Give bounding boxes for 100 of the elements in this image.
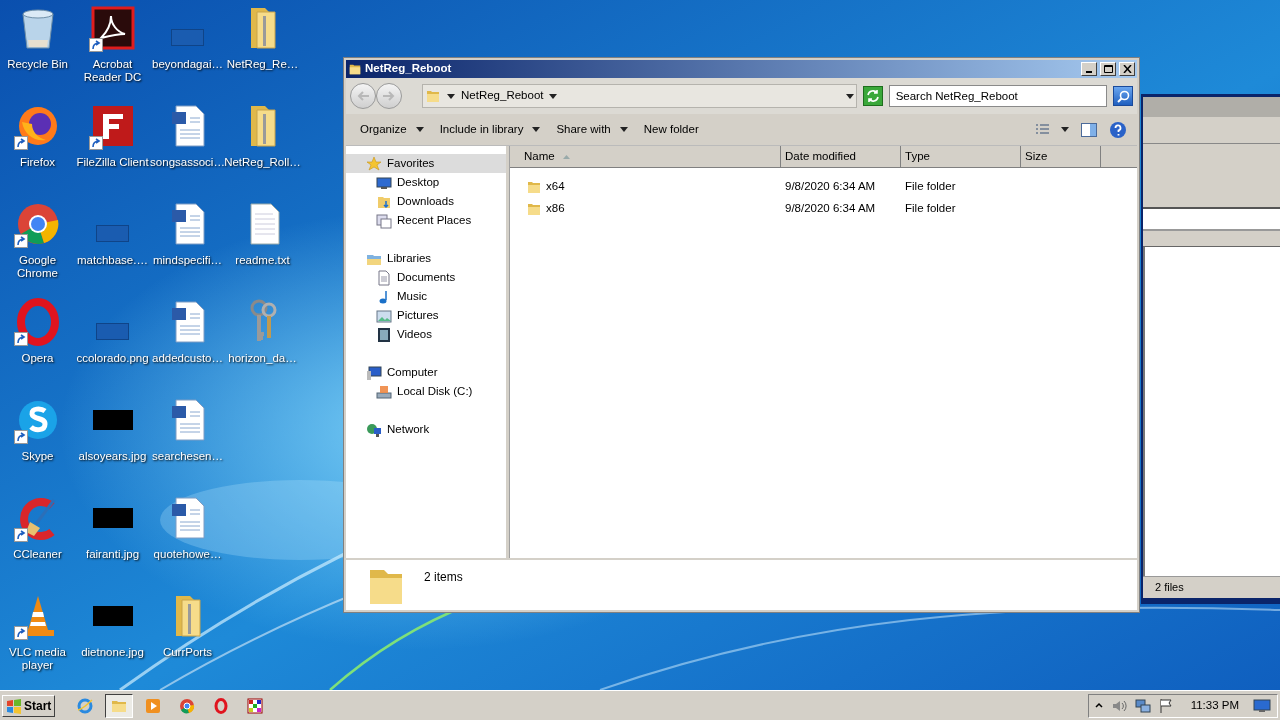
desktop-shortcut[interactable]: Google Chrome	[0, 196, 75, 294]
left-arrow-icon	[357, 91, 369, 101]
image-file-icon	[92, 410, 133, 430]
desktop-shortcut[interactable]: addedcusto…	[150, 294, 225, 392]
nav-item[interactable]: Libraries	[346, 249, 506, 268]
caret-icon	[1061, 127, 1069, 132]
desktop-shortcut[interactable]: Firefox	[0, 98, 75, 196]
landscape-icon	[376, 307, 392, 324]
column-header[interactable]: Size	[1021, 146, 1101, 167]
nav-item[interactable]: Music	[346, 287, 506, 306]
nav-item[interactable]: Recent Places	[346, 211, 506, 230]
browser-icon	[179, 697, 196, 714]
item-count: 2 items	[424, 569, 463, 586]
monitor-icon	[376, 174, 392, 191]
desktop-shortcut[interactable]: CurrPorts	[150, 588, 225, 686]
maximize-button[interactable]	[1100, 62, 1116, 76]
maximize-icon	[1103, 65, 1113, 73]
desktop-shortcut[interactable]: CCleaner	[0, 490, 75, 588]
desktop-shortcut[interactable]: Opera	[0, 294, 75, 392]
window-title: NetReg_Reboot	[365, 61, 453, 77]
toolbar-button[interactable]: Share with	[548, 117, 636, 142]
nav-item[interactable]: Computer	[346, 363, 506, 382]
close-button[interactable]	[1119, 62, 1135, 76]
file-icon	[171, 29, 204, 46]
nav-item[interactable]: Desktop	[346, 173, 506, 192]
toolbar-button[interactable]: New folder	[635, 117, 707, 142]
search-button[interactable]	[1113, 86, 1133, 106]
desktop-shortcut[interactable]: readme.txt	[225, 196, 300, 294]
caret-icon	[549, 93, 558, 99]
type-cell-text: File folder	[904, 201, 957, 217]
nav-item[interactable]: Downloads	[346, 192, 506, 211]
nav-item[interactable]: Favorites	[346, 154, 506, 173]
desktop-shortcut[interactable]: fairanti.jpg	[75, 490, 150, 588]
refresh-button[interactable]	[862, 86, 883, 106]
desktop-shortcut[interactable]: NetReg_Roll…	[225, 98, 300, 196]
search-icon	[1116, 89, 1130, 103]
file-icon	[96, 323, 129, 340]
desktop-shortcut[interactable]: songsassoci…	[150, 98, 225, 196]
file-name[interactable]: x86	[546, 200, 565, 218]
status-text: 2 files	[1155, 580, 1184, 596]
desktop-shortcut[interactable]: beyondagai…	[150, 0, 225, 98]
desktop-shortcut[interactable]: Skype	[0, 392, 75, 490]
monitor-icon	[1253, 698, 1271, 713]
address-bar[interactable]: NetReg_Reboot	[422, 84, 857, 108]
taskbar-button[interactable]	[105, 693, 134, 718]
globe-network-icon	[366, 421, 382, 438]
nav-item[interactable]: Pictures	[346, 306, 506, 325]
desktop-shortcut[interactable]: Recycle Bin	[0, 0, 75, 98]
breadcrumb[interactable]: NetReg_Reboot	[461, 87, 544, 105]
desktop-shortcut[interactable]: quotehowe…	[150, 490, 225, 588]
play-icon	[145, 697, 162, 714]
nav-item[interactable]: Local Disk (C:)	[346, 382, 506, 401]
help-icon	[1109, 120, 1127, 139]
windows-logo-icon	[6, 697, 22, 714]
desktop-shortcut[interactable]: NetReg_Re…	[225, 0, 300, 98]
date-cell-text: 9/8/2020 6:34 AM	[784, 201, 877, 217]
show-hidden-icons-button[interactable]	[1094, 701, 1103, 710]
flag-icon[interactable]	[1158, 697, 1173, 714]
column-header[interactable]: Type	[901, 146, 1021, 167]
nav-item[interactable]: Documents	[346, 268, 506, 287]
desktop-shortcut[interactable]: FileZilla Client	[75, 98, 150, 196]
browser-icon	[77, 697, 94, 714]
date-cell-text: 9/8/2020 6:34 AM	[784, 179, 877, 195]
file-icon	[96, 225, 129, 242]
column-header[interactable]: Date modified	[781, 146, 901, 167]
network-icon[interactable]	[1134, 697, 1151, 714]
refresh-icon	[865, 89, 880, 103]
file-name[interactable]: x64	[546, 178, 565, 196]
show-desktop-button[interactable]	[1253, 698, 1271, 713]
nav-item[interactable]: Videos	[346, 325, 506, 344]
type-cell-text: File folder	[904, 179, 957, 195]
windows-stack-icon	[376, 212, 392, 229]
film-icon	[376, 326, 392, 343]
toolbar-button[interactable]: Include in library	[431, 117, 549, 142]
toolbar-button[interactable]: Organize	[352, 117, 432, 142]
folder-icon	[526, 179, 542, 195]
right-arrow-icon	[383, 91, 395, 101]
caret-icon	[845, 93, 854, 99]
folder-icon	[526, 201, 542, 217]
folder-icon	[425, 88, 441, 104]
column-header[interactable]: Name	[510, 146, 781, 167]
desktop-shortcut[interactable]: VLC media player	[0, 588, 75, 686]
start-button[interactable]: Start	[2, 694, 56, 717]
minimize-button[interactable]	[1081, 62, 1097, 76]
input-field[interactable]	[1143, 209, 1280, 231]
clock[interactable]: 11:33 PM	[1190, 696, 1239, 715]
nav-item[interactable]: Network	[346, 420, 506, 439]
desktop-shortcut[interactable]: dietnone.jpg	[75, 588, 150, 686]
folder-icon	[348, 62, 362, 76]
desktop-shortcut[interactable]: Acrobat Reader DC	[75, 0, 150, 98]
preview-pane-icon	[1081, 122, 1097, 137]
close-icon	[1122, 65, 1132, 73]
browser-icon	[213, 697, 230, 714]
desktop-shortcut[interactable]: alsoyears.jpg	[75, 392, 150, 490]
desktop-shortcut[interactable]: ccolorado.png	[75, 294, 150, 392]
caret-icon	[447, 93, 455, 99]
desktop-shortcut[interactable]: matchbase.…	[75, 196, 150, 294]
desktop-shortcut[interactable]: mindspecifi…	[150, 196, 225, 294]
up-chevron-icon	[1094, 701, 1103, 710]
search-field[interactable]: Search NetReg_Reboot	[888, 85, 1108, 107]
